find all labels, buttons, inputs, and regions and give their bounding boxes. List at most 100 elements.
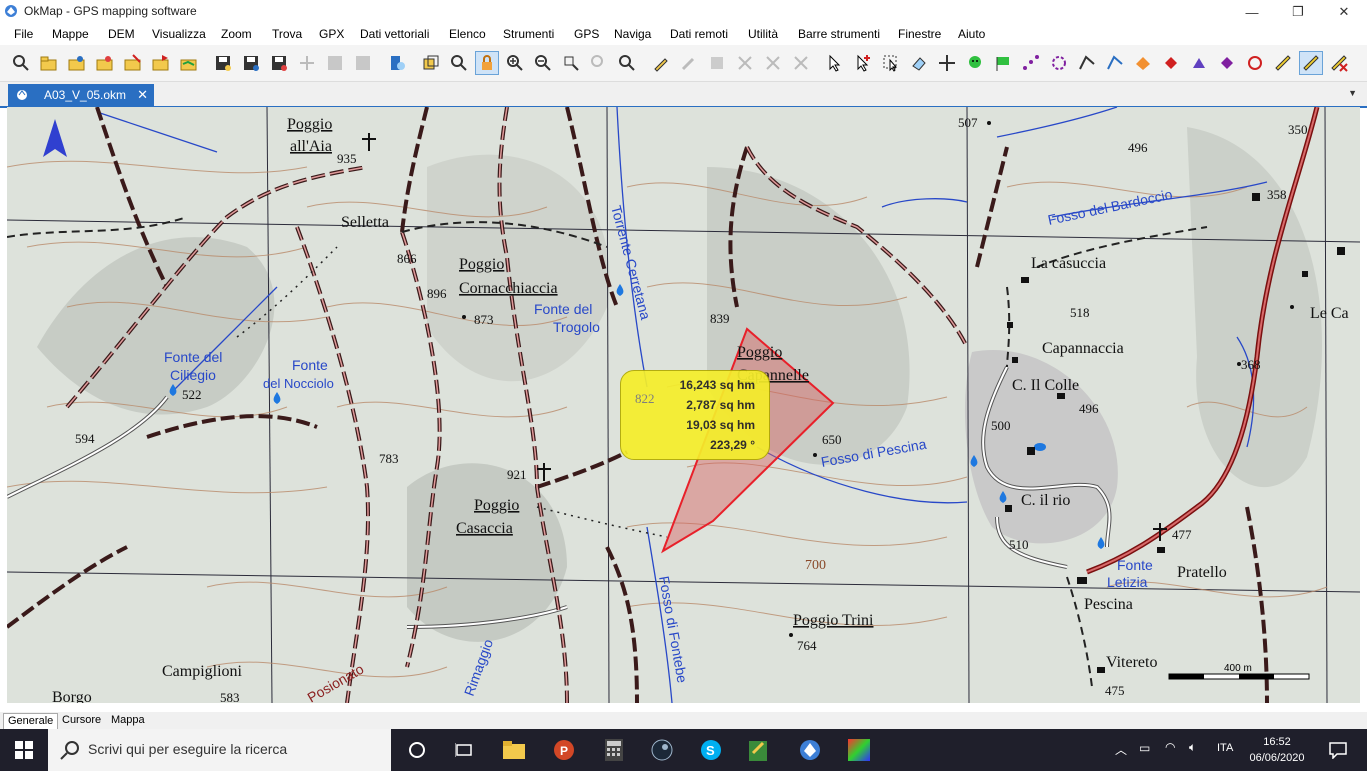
minimize-button[interactable]: —: [1229, 0, 1275, 24]
language-indicator[interactable]: ITA: [1217, 742, 1233, 754]
menu-gpx[interactable]: GPX: [319, 27, 344, 41]
skype-icon[interactable]: S: [697, 736, 725, 764]
move-icon[interactable]: [936, 52, 958, 74]
color-app-icon[interactable]: [845, 736, 873, 764]
pointer-add-icon[interactable]: [852, 52, 874, 74]
open-gps-icon[interactable]: [94, 52, 116, 74]
cortana-icon[interactable]: [403, 736, 431, 764]
menu-barre-strumenti[interactable]: Barre strumenti: [798, 27, 880, 41]
edit-disabled-5-icon[interactable]: [790, 52, 812, 74]
waypoint-smile-icon[interactable]: [964, 52, 986, 74]
menu-aiuto[interactable]: Aiuto: [958, 27, 985, 41]
start-button[interactable]: [0, 729, 48, 771]
waypoint-multi-icon[interactable]: [1216, 52, 1238, 74]
map-view[interactable]: Poggio all'Aia 935 Selletta 866 896 Pogg…: [7, 107, 1360, 703]
tab-close-icon[interactable]: ✕: [137, 87, 148, 103]
lock-icon[interactable]: [475, 51, 499, 75]
find-map-icon[interactable]: [10, 52, 32, 74]
eraser-icon[interactable]: [908, 52, 930, 74]
notification-center-icon[interactable]: [1329, 741, 1347, 759]
edit-disabled-4-icon[interactable]: [762, 52, 784, 74]
menu-dati-vettoriali[interactable]: Dati vettoriali: [360, 27, 429, 41]
waypoint-purple-icon[interactable]: [1188, 52, 1210, 74]
volume-icon[interactable]: 🔈︎: [1189, 740, 1196, 755]
save-all-icon[interactable]: [268, 52, 290, 74]
menu-file[interactable]: File: [14, 27, 33, 41]
pointer-icon[interactable]: [824, 52, 846, 74]
open-folder-icon[interactable]: [38, 52, 60, 74]
menu-mappe[interactable]: Mappe: [52, 27, 89, 41]
save-disabled-icon[interactable]: [324, 52, 346, 74]
map-label: Poggio Trini: [793, 612, 874, 629]
scale-label: 400 m: [1224, 663, 1252, 674]
measure-info-popup[interactable]: 822 16,243 sq hm 2,787 sq hm 19,03 sq hm…: [620, 370, 770, 460]
restore-button[interactable]: ❐: [1275, 0, 1321, 24]
menu-zoom[interactable]: Zoom: [221, 27, 252, 41]
edit-pencil-icon[interactable]: [650, 52, 672, 74]
tab-mappa[interactable]: Mappa: [107, 713, 149, 728]
measure-area-icon[interactable]: [1299, 51, 1323, 75]
map-label: Capannaccia: [1042, 340, 1124, 357]
menu-elenco[interactable]: Elenco: [449, 27, 486, 41]
zoom-window-icon[interactable]: [560, 52, 582, 74]
route-multi-icon[interactable]: [1244, 52, 1266, 74]
route-loop-icon[interactable]: [1048, 52, 1070, 74]
edit-disabled-icon[interactable]: [678, 52, 700, 74]
open-track-icon[interactable]: [178, 52, 200, 74]
waypoint-flag-icon[interactable]: [992, 52, 1014, 74]
taskbar-search-box[interactable]: Scrivi qui per eseguire la ricerca: [48, 729, 391, 771]
zoom-icon[interactable]: [448, 52, 470, 74]
route-points-icon[interactable]: [1020, 52, 1042, 74]
calculator-icon[interactable]: [600, 736, 628, 764]
close-button[interactable]: ✕: [1321, 0, 1367, 24]
menu-visualizza[interactable]: Visualizza: [152, 27, 206, 41]
wifi-icon[interactable]: ◠: [1165, 740, 1175, 754]
zoom-1-1-icon[interactable]: [616, 52, 638, 74]
menu-dati-remoti[interactable]: Dati remoti: [670, 27, 728, 41]
menu-naviga[interactable]: Naviga: [614, 27, 651, 41]
edit-disabled-2-icon[interactable]: [706, 52, 728, 74]
okmap-taskbar-icon[interactable]: [796, 736, 824, 764]
menu-trova[interactable]: Trova: [272, 27, 302, 41]
open-waypoint-icon[interactable]: [150, 52, 172, 74]
menu-strumenti[interactable]: Strumenti: [503, 27, 554, 41]
track-orange-icon[interactable]: [1132, 52, 1154, 74]
popup-area-line-2: 2,787 sq hm: [686, 398, 755, 412]
menu-utilita[interactable]: Utilità: [748, 27, 778, 41]
map-layers-icon[interactable]: [420, 52, 442, 74]
tab-cursore[interactable]: Cursore: [58, 713, 105, 728]
zoom-in-icon[interactable]: [504, 52, 526, 74]
measure-ruler-icon[interactable]: [1272, 52, 1294, 74]
task-view-icon[interactable]: [450, 736, 478, 764]
edit-disabled-3-icon[interactable]: [734, 52, 756, 74]
battery-icon[interactable]: ▭: [1139, 741, 1150, 755]
menu-dem[interactable]: DEM: [108, 27, 135, 41]
select-area-icon[interactable]: [880, 52, 902, 74]
powerpoint-icon[interactable]: P: [550, 736, 578, 764]
waypoint-red-icon[interactable]: [1160, 52, 1182, 74]
zoom-disabled-icon[interactable]: [588, 52, 610, 74]
zoom-out-icon[interactable]: [532, 52, 554, 74]
export-disabled-icon[interactable]: [296, 52, 318, 74]
map-label: 764: [797, 638, 817, 653]
tray-chevron-icon[interactable]: ︿: [1115, 741, 1127, 758]
menu-finestre[interactable]: Finestre: [898, 27, 941, 41]
steam-icon[interactable]: [648, 736, 676, 764]
track-draw-icon[interactable]: [1076, 52, 1098, 74]
track-edit-icon[interactable]: [1104, 52, 1126, 74]
save-icon[interactable]: [212, 52, 234, 74]
notepad-app-icon[interactable]: [745, 736, 773, 764]
open-route-icon[interactable]: [122, 52, 144, 74]
tab-generale[interactable]: Generale: [3, 713, 59, 729]
save-disabled-2-icon[interactable]: [352, 52, 374, 74]
gps-device-icon[interactable]: [386, 52, 408, 74]
map-label: 594: [75, 431, 95, 446]
taskbar-clock[interactable]: 16:52 06/06/2020: [1247, 734, 1307, 766]
tab-a03-v-05[interactable]: A03_V_05.okm ✕: [8, 84, 154, 106]
save-as-icon[interactable]: [240, 52, 262, 74]
menu-gps[interactable]: GPS: [574, 27, 599, 41]
open-map-icon[interactable]: [66, 52, 88, 74]
tab-dropdown-icon[interactable]: ▼: [1348, 88, 1357, 98]
file-explorer-icon[interactable]: [500, 736, 528, 764]
measure-clear-icon[interactable]: [1328, 52, 1350, 74]
